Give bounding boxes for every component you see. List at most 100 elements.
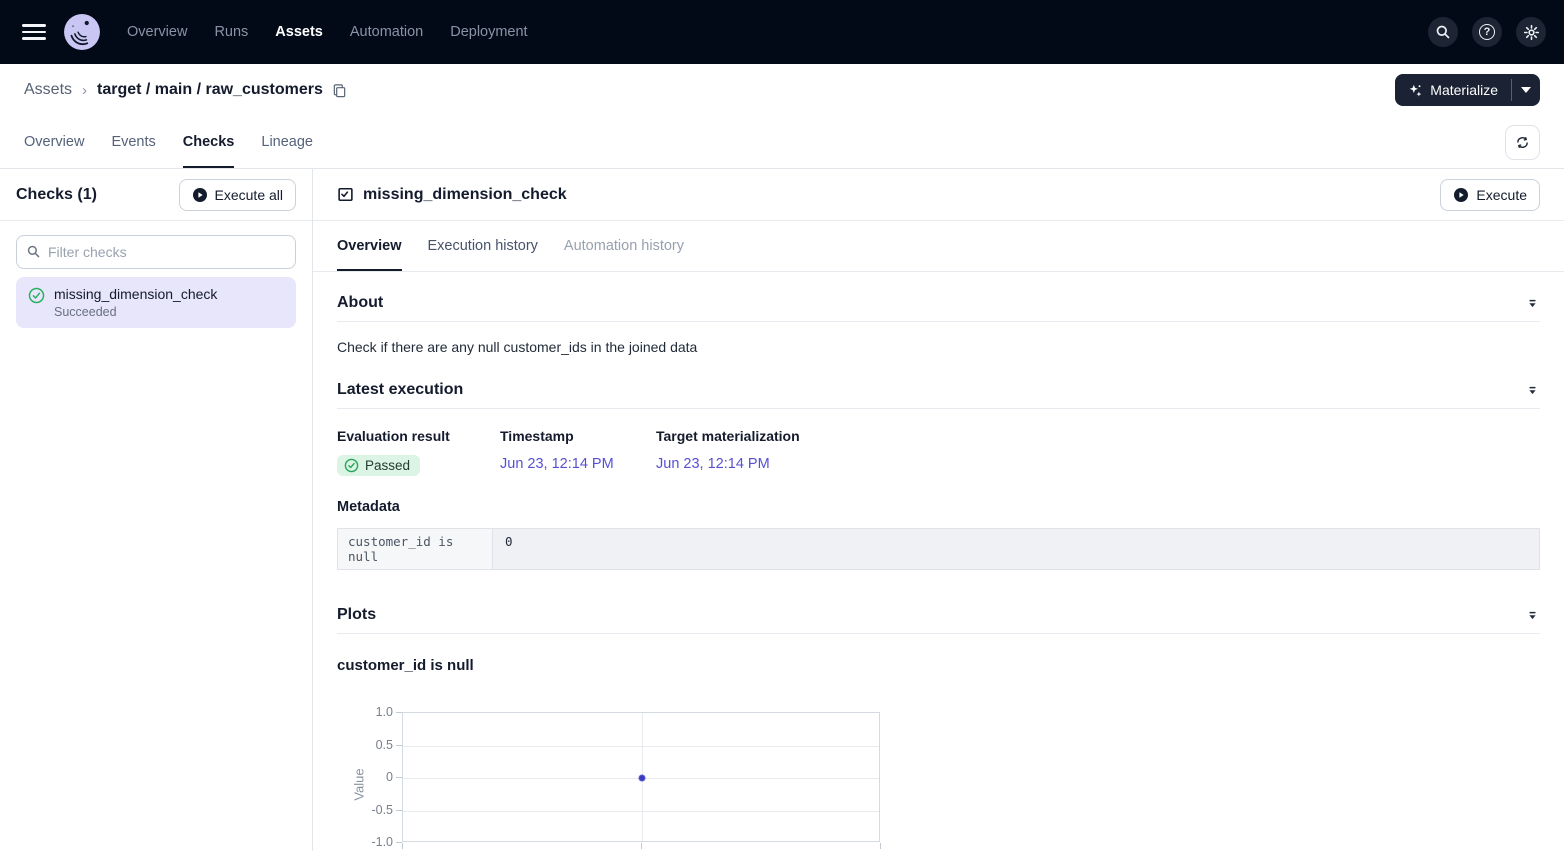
- gear-icon: [1523, 24, 1540, 41]
- nav-item-runs[interactable]: Runs: [214, 24, 248, 40]
- collapse-caret-icon: [1527, 611, 1538, 620]
- asset-key-path: target / main / raw_customers: [97, 81, 323, 99]
- check-item-status: Succeeded: [54, 305, 217, 319]
- y-gridline: [403, 746, 879, 747]
- execute-button[interactable]: Execute: [1440, 179, 1540, 211]
- execute-all-button[interactable]: Execute all: [179, 179, 296, 211]
- nav-item-assets[interactable]: Assets: [275, 24, 323, 40]
- tab-checks[interactable]: Checks: [183, 116, 235, 168]
- y-tick-mark: [396, 712, 402, 713]
- nav-item-automation[interactable]: Automation: [350, 24, 423, 40]
- help-button[interactable]: ?: [1472, 17, 1502, 47]
- materialize-button[interactable]: Materialize: [1395, 74, 1511, 106]
- target-materialization-link[interactable]: Jun 23, 12:14 PM: [656, 456, 770, 472]
- checks-count-title: Checks (1): [16, 186, 97, 204]
- x-tick-mark: [641, 843, 642, 849]
- y-tick-mark: [396, 810, 402, 811]
- y-tick-mark: [396, 777, 402, 778]
- y-tick-label: 0.5: [351, 738, 393, 752]
- y-tick-mark: [396, 745, 402, 746]
- section-divider: [337, 321, 1540, 322]
- y-tick-label: 0: [351, 770, 393, 784]
- evaluation-result-header: Evaluation result: [337, 428, 500, 444]
- tab-execution-history[interactable]: Execution history: [428, 221, 538, 271]
- passed-label: Passed: [365, 458, 410, 473]
- check-list-item[interactable]: missing_dimension_check Succeeded: [16, 277, 296, 328]
- y-tick-label: 1.0: [351, 705, 393, 719]
- check-item-name: missing_dimension_check: [54, 286, 217, 302]
- data-point[interactable]: [639, 775, 646, 782]
- refresh-button[interactable]: [1505, 125, 1540, 160]
- collapse-caret-icon: [1527, 386, 1538, 395]
- filter-checks-input[interactable]: [16, 235, 296, 269]
- section-divider: [337, 408, 1540, 409]
- about-heading: About: [337, 294, 383, 312]
- check-detail-body: About Check if there are any null custom…: [313, 272, 1564, 851]
- metadata-table: customer_id is null 0: [337, 528, 1540, 570]
- check-title: missing_dimension_check: [363, 186, 567, 204]
- nav-item-deployment[interactable]: Deployment: [450, 24, 527, 40]
- checks-sidebar: Checks (1) Execute all missing_dimension…: [0, 169, 313, 851]
- latest-execution-heading: Latest execution: [337, 381, 463, 399]
- collapse-latest-execution-button[interactable]: [1525, 384, 1540, 397]
- y-gridline: [403, 811, 879, 812]
- search-icon: [26, 244, 41, 259]
- plot-area: [402, 712, 880, 842]
- check-detail-panel: missing_dimension_check Execute Overview…: [313, 169, 1564, 851]
- timestamp-link[interactable]: Jun 23, 12:14 PM: [500, 456, 614, 472]
- collapse-plots-button[interactable]: [1525, 609, 1540, 622]
- breadcrumb-row: Assets › target / main / raw_customers M…: [0, 64, 1564, 116]
- check-task-icon: [337, 186, 354, 203]
- checks-sidebar-header: Checks (1) Execute all: [0, 169, 312, 221]
- tab-events[interactable]: Events: [111, 116, 155, 168]
- top-nav: Overview Runs Assets Automation Deployme…: [0, 0, 1564, 64]
- plots-heading: Plots: [337, 606, 376, 624]
- tab-lineage[interactable]: Lineage: [261, 116, 313, 168]
- metadata-key: customer_id is null: [338, 529, 493, 569]
- breadcrumb-assets-link[interactable]: Assets: [24, 81, 72, 99]
- content-area: Checks (1) Execute all missing_dimension…: [0, 169, 1564, 851]
- collapse-caret-icon: [1527, 299, 1538, 308]
- hamburger-menu-icon[interactable]: [22, 20, 46, 44]
- y-tick-label: -1.0: [351, 835, 393, 849]
- x-tick-mark: [880, 843, 881, 849]
- sparkle-icon: [1408, 83, 1423, 98]
- collapse-about-button[interactable]: [1525, 297, 1540, 310]
- play-icon: [192, 187, 208, 203]
- tab-check-overview[interactable]: Overview: [337, 221, 402, 271]
- plot-title: customer_id is null: [337, 657, 1540, 674]
- asset-tabs: Overview Events Checks Lineage: [0, 116, 1564, 169]
- materialize-dropdown-button[interactable]: [1512, 74, 1540, 106]
- chevron-down-icon: [1521, 87, 1531, 93]
- dagster-logo[interactable]: [63, 13, 101, 51]
- metadata-heading: Metadata: [337, 499, 1540, 515]
- copy-icon[interactable]: [332, 83, 347, 98]
- section-divider: [337, 633, 1540, 634]
- search-icon: [1435, 24, 1451, 40]
- value-chart: Value 1.00.50-0.5-1.0Jun 23, 12:14 PMJun…: [337, 705, 1540, 851]
- nav-item-overview[interactable]: Overview: [127, 24, 187, 40]
- check-circle-icon: [344, 458, 359, 473]
- tab-overview[interactable]: Overview: [24, 116, 84, 168]
- passed-badge: Passed: [337, 455, 420, 476]
- check-description: Check if there are any null customer_ids…: [337, 339, 1540, 355]
- y-tick-label: -0.5: [351, 803, 393, 817]
- tab-automation-history[interactable]: Automation history: [564, 221, 684, 271]
- refresh-icon: [1515, 135, 1530, 150]
- execute-all-label: Execute all: [215, 187, 283, 203]
- primary-nav: Overview Runs Assets Automation Deployme…: [127, 24, 528, 40]
- metadata-value: 0: [493, 529, 1539, 569]
- search-button[interactable]: [1428, 17, 1458, 47]
- x-tick-mark: [402, 843, 403, 849]
- execute-label: Execute: [1476, 187, 1527, 203]
- breadcrumb-chevron-icon: ›: [82, 82, 87, 99]
- play-icon: [1453, 187, 1469, 203]
- timestamp-header: Timestamp: [500, 428, 656, 444]
- check-detail-tabs: Overview Execution history Automation hi…: [313, 221, 1564, 272]
- settings-button[interactable]: [1516, 17, 1546, 47]
- target-materialization-header: Target materialization: [656, 428, 800, 444]
- check-circle-icon: [28, 287, 45, 304]
- filter-checks-field: [16, 235, 296, 269]
- topnav-actions: ?: [1428, 17, 1546, 47]
- materialize-split-button: Materialize: [1395, 74, 1540, 106]
